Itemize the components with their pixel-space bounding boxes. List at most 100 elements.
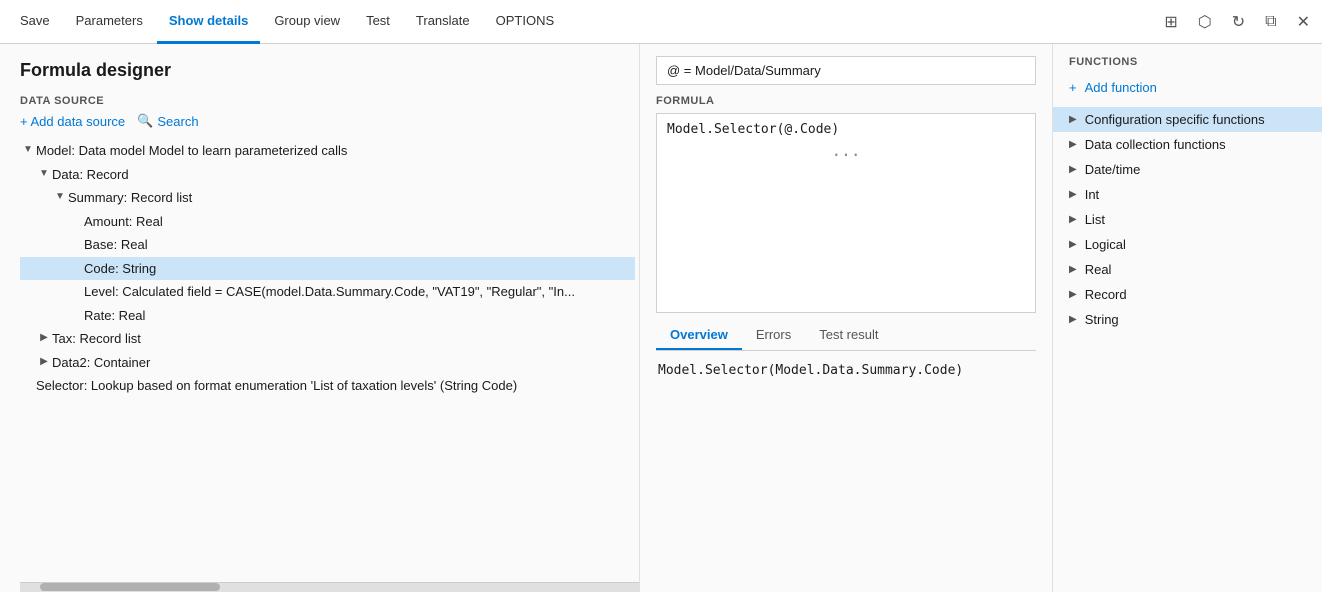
tree-item-code[interactable]: Code: String <box>20 257 635 281</box>
expander-selector <box>20 377 36 393</box>
tree-item-amount[interactable]: Amount: Real <box>20 210 635 234</box>
func-item-logical[interactable]: ▶ Logical <box>1053 232 1322 257</box>
func-item-record[interactable]: ▶ Record <box>1053 282 1322 307</box>
office-icon[interactable]: ⬡ <box>1194 8 1216 36</box>
expander-amount <box>68 213 84 229</box>
tree-label-data: Data: Record <box>52 165 129 185</box>
tree-item-summary[interactable]: ▼ Summary: Record list <box>20 186 635 210</box>
plus-icon: + <box>1069 80 1077 95</box>
tab-parameters[interactable]: Parameters <box>64 0 155 44</box>
chevron-record-icon: ▶ <box>1069 289 1077 300</box>
functions-section-label: FUNCTIONS <box>1053 56 1322 68</box>
expander-rate <box>68 307 84 323</box>
tab-options[interactable]: OPTIONS <box>484 0 567 44</box>
tab-translate[interactable]: Translate <box>404 0 482 44</box>
top-bar: Save Parameters Show details Group view … <box>0 0 1322 44</box>
chevron-datetime-icon: ▶ <box>1069 164 1077 175</box>
tree-label-base: Base: Real <box>84 235 148 255</box>
tree-label-tax: Tax: Record list <box>52 329 141 349</box>
tab-show-details[interactable]: Show details <box>157 0 260 44</box>
chevron-config-specific-icon: ▶ <box>1069 114 1077 125</box>
expander-data2[interactable]: ▶ <box>36 354 52 370</box>
refresh-icon[interactable]: ↻ <box>1228 8 1249 36</box>
chevron-int-icon: ▶ <box>1069 189 1077 200</box>
formula-dots: ... <box>667 141 1025 160</box>
chevron-data-collection-icon: ▶ <box>1069 139 1077 150</box>
formula-result: Model.Selector(Model.Data.Summary.Code) <box>656 359 1036 382</box>
add-datasource-button[interactable]: + Add data source <box>20 114 125 129</box>
expander-code <box>68 260 84 276</box>
left-panel: Formula designer DATA SOURCE + Add data … <box>0 44 640 592</box>
func-item-data-collection[interactable]: ▶ Data collection functions <box>1053 132 1322 157</box>
add-function-label: Add function <box>1085 80 1157 95</box>
tree-label-level: Level: Calculated field = CASE(model.Dat… <box>84 282 575 302</box>
search-button[interactable]: 🔍 Search <box>137 113 198 129</box>
tab-errors[interactable]: Errors <box>742 321 805 350</box>
tree-item-level[interactable]: Level: Calculated field = CASE(model.Dat… <box>20 280 635 304</box>
chevron-string-icon: ▶ <box>1069 314 1077 325</box>
func-label-logical: Logical <box>1085 237 1126 252</box>
middle-panel: @ = Model/Data/Summary FORMULA Model.Sel… <box>640 44 1052 592</box>
tab-overview[interactable]: Overview <box>656 321 742 350</box>
formula-path: @ = Model/Data/Summary <box>656 56 1036 85</box>
expander-summary[interactable]: ▼ <box>52 189 68 205</box>
func-label-datetime: Date/time <box>1085 162 1141 177</box>
tab-save[interactable]: Save <box>8 0 62 44</box>
chevron-real-icon: ▶ <box>1069 264 1077 275</box>
formula-tabs: Overview Errors Test result <box>656 321 1036 351</box>
horizontal-scrollbar[interactable] <box>20 582 639 592</box>
formula-text: Model.Selector(@.Code) <box>667 122 839 137</box>
tree-item-data2[interactable]: ▶ Data2: Container <box>20 351 635 375</box>
tab-group-view[interactable]: Group view <box>262 0 352 44</box>
func-label-record: Record <box>1085 287 1127 302</box>
formula-section-label: FORMULA <box>656 95 1036 107</box>
tree-label-rate: Rate: Real <box>84 306 145 326</box>
add-function-button[interactable]: + Add function <box>1053 76 1322 99</box>
expander-tax[interactable]: ▶ <box>36 330 52 346</box>
func-item-config-specific[interactable]: ▶ Configuration specific functions <box>1053 107 1322 132</box>
tree-item-model[interactable]: ▼ Model: Data model Model to learn param… <box>20 139 635 163</box>
tree-item-rate[interactable]: Rate: Real <box>20 304 635 328</box>
func-label-real: Real <box>1085 262 1112 277</box>
tree-label-selector: Selector: Lookup based on format enumera… <box>36 376 517 396</box>
tree-item-tax[interactable]: ▶ Tax: Record list <box>20 327 635 351</box>
expander-data[interactable]: ▼ <box>36 166 52 182</box>
chevron-list-icon: ▶ <box>1069 214 1077 225</box>
func-item-real[interactable]: ▶ Real <box>1053 257 1322 282</box>
page-title: Formula designer <box>20 60 639 81</box>
tree-item-data[interactable]: ▼ Data: Record <box>20 163 635 187</box>
tab-list: Save Parameters Show details Group view … <box>8 0 1160 44</box>
func-item-list[interactable]: ▶ List <box>1053 207 1322 232</box>
tree-label-amount: Amount: Real <box>84 212 163 232</box>
expander-model[interactable]: ▼ <box>20 142 36 158</box>
tree-container[interactable]: ▼ Model: Data model Model to learn param… <box>20 139 639 582</box>
func-label-string: String <box>1085 312 1119 327</box>
tab-test[interactable]: Test <box>354 0 402 44</box>
network-icon[interactable]: ⊞ <box>1160 8 1181 36</box>
ds-toolbar: + Add data source 🔍 Search <box>20 113 639 129</box>
main-container: Formula designer DATA SOURCE + Add data … <box>0 44 1322 592</box>
close-icon[interactable]: ✕ <box>1293 8 1314 36</box>
expander-level <box>68 283 84 299</box>
tree-label-data2: Data2: Container <box>52 353 150 373</box>
search-icon: 🔍 <box>137 113 153 129</box>
resize-icon[interactable]: ⧉ <box>1261 9 1280 35</box>
window-controls: ⊞ ⬡ ↻ ⧉ ✕ <box>1160 8 1314 36</box>
tab-test-result[interactable]: Test result <box>805 321 892 350</box>
tree-item-selector[interactable]: Selector: Lookup based on format enumera… <box>20 374 635 398</box>
tree-item-base[interactable]: Base: Real <box>20 233 635 257</box>
formula-editor[interactable]: Model.Selector(@.Code) ... <box>656 113 1036 313</box>
datasource-label: DATA SOURCE <box>20 95 639 107</box>
function-list: ▶ Configuration specific functions ▶ Dat… <box>1053 107 1322 592</box>
expander-base <box>68 236 84 252</box>
func-label-config-specific: Configuration specific functions <box>1085 112 1265 127</box>
func-label-int: Int <box>1085 187 1099 202</box>
tree-label-code: Code: String <box>84 259 156 279</box>
right-panel: FUNCTIONS + Add function ▶ Configuration… <box>1052 44 1322 592</box>
tree-label-model: Model: Data model Model to learn paramet… <box>36 141 347 161</box>
func-item-int[interactable]: ▶ Int <box>1053 182 1322 207</box>
func-label-data-collection: Data collection functions <box>1085 137 1226 152</box>
func-item-string[interactable]: ▶ String <box>1053 307 1322 332</box>
func-item-datetime[interactable]: ▶ Date/time <box>1053 157 1322 182</box>
tree-label-summary: Summary: Record list <box>68 188 192 208</box>
